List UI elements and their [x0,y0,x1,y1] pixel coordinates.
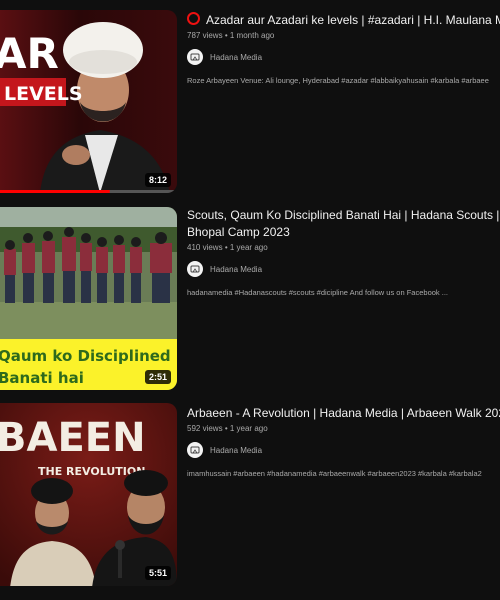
upload-age-2: 1 year ago [229,243,268,252]
meta-separator: • [224,31,228,40]
video-item-3[interactable]: BAEEN THE REVOLUTION 5:51 Arbaeen - A Re… [0,403,500,588]
video-item-1[interactable]: AR LEVELS 8:12 Azadar aur Azadari ke lev… [0,10,500,195]
upload-age-3: 1 year ago [229,424,268,433]
view-count-1: 787 views [187,31,223,40]
channel-link-3[interactable]: Hadana Media [187,442,500,458]
video-description-2: hadanamedia #Hadanascouts #scouts #dicip… [187,288,449,297]
video-thumbnail-2[interactable]: Qaum ko Disciplined Banati hai 2:51 [0,207,177,390]
channel-avatar-icon[interactable] [187,261,203,277]
channel-avatar-icon[interactable] [187,442,203,458]
meta-separator: • [224,424,228,433]
thumbnail-text-2a: Qaum ko Disciplined [0,347,171,365]
meta-separator: • [224,243,228,252]
red-circle-icon [187,12,200,25]
view-count-2: 410 views [187,243,223,252]
video-meta-2: 410 views • 1 year ago [187,243,500,252]
thumbnail-text-1a: AR [0,29,59,78]
video-meta-1: 787 views • 1 month ago [187,31,500,40]
video-description-3: imamhussain #arbaeen #hadanamedia #arbae… [187,469,482,478]
channel-name-3[interactable]: Hadana Media [210,446,262,455]
thumbnail-text-3a: BAEEN [0,415,146,461]
thumbnail-image-2: Qaum ko Disciplined Banati hai [0,207,177,390]
watch-progress-bar [0,190,110,193]
thumbnail-image-3: BAEEN THE REVOLUTION [0,403,177,586]
channel-avatar-icon[interactable] [187,49,203,65]
view-count-3: 592 views [187,424,223,433]
video-title-1[interactable]: Azadar aur Azadari ke levels | #azadari … [187,12,500,29]
thumbnail-text-2b: Banati hai [0,369,84,387]
video-description-1: Roze Arbayeen Venue: Ali lounge, Hyderab… [187,76,489,85]
channel-name-1[interactable]: Hadana Media [210,53,262,62]
video-title-2[interactable]: Scouts, Qaum Ko Disciplined Banati Hai |… [187,207,500,241]
thumbnail-text-1b: LEVELS [4,83,83,105]
video-meta-3: 592 views • 1 year ago [187,424,500,433]
video-item-2[interactable]: Qaum ko Disciplined Banati hai 2:51 Scou… [0,207,500,392]
video-duration-1: 8:12 [144,173,171,187]
video-title-text-1[interactable]: Azadar aur Azadari ke levels | #azadari … [206,13,500,27]
channel-link-2[interactable]: Hadana Media [187,261,500,277]
channel-link-1[interactable]: Hadana Media [187,49,500,65]
video-duration-2: 2:51 [144,370,171,384]
upload-age-1: 1 month ago [229,31,275,40]
video-thumbnail-1[interactable]: AR LEVELS 8:12 [0,10,177,193]
thumbnail-image-1: AR LEVELS [0,10,177,193]
video-duration-3: 5:51 [144,566,171,580]
video-title-3[interactable]: Arbaeen - A Revolution | Hadana Media | … [187,405,500,422]
video-thumbnail-3[interactable]: BAEEN THE REVOLUTION 5:51 [0,403,177,586]
channel-name-2[interactable]: Hadana Media [210,265,262,274]
